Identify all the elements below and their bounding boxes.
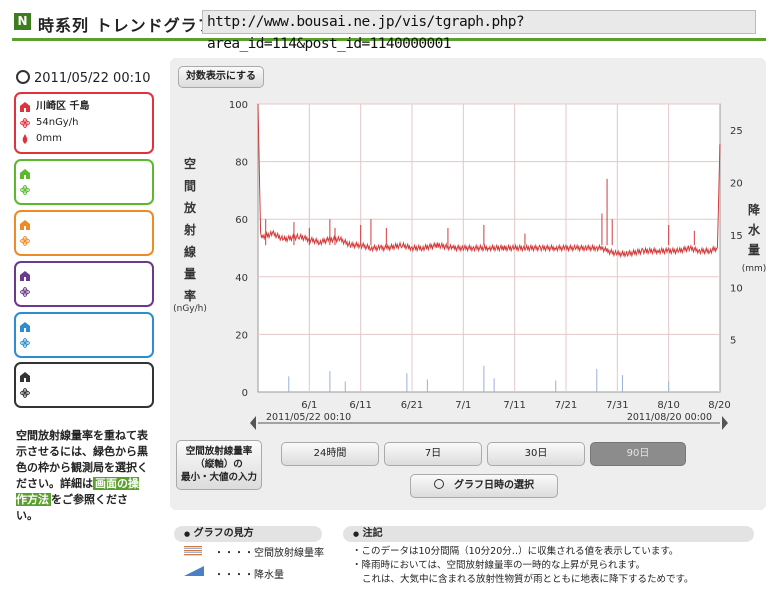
- radiation-icon: [20, 118, 30, 128]
- period-7d-button[interactable]: 7日: [384, 442, 482, 466]
- station-name-row: [16, 217, 152, 233]
- station-card[interactable]: [14, 210, 154, 256]
- station-name-row: [16, 319, 152, 335]
- datetime-text: 2011/05/22 00:10: [34, 71, 151, 86]
- station-name-row: [16, 166, 152, 182]
- station-card[interactable]: 川崎区 千島 54nGy/h 0mm: [14, 92, 154, 154]
- notes-header: ● 注記: [343, 526, 754, 542]
- station-rate-row: 54nGy/h: [16, 115, 152, 131]
- station-rate: 54nGy/h: [36, 117, 79, 128]
- house-icon: [20, 102, 30, 112]
- house-icon: [20, 271, 30, 281]
- notes-body: ・このデータは10分間隔（10分20分‥）に収集される値を表示しています。 ・降…: [352, 545, 694, 587]
- y-range-input-button[interactable]: 空間放射線量率 （縦軸）の 最小・大値の入力: [176, 440, 262, 490]
- notes-title: 注記: [362, 528, 383, 539]
- station-card[interactable]: [14, 362, 154, 408]
- radiation-icon: [20, 185, 30, 195]
- select-date-button[interactable]: グラフ日時の選択: [410, 474, 558, 498]
- period-24h-button[interactable]: 24時間: [281, 442, 379, 466]
- house-icon: [20, 372, 30, 382]
- current-datetime: 2011/05/22 00:10: [16, 70, 151, 86]
- note-line: ・降雨時においては、空間放射線量率の一時的な上昇が見られます。: [352, 560, 646, 571]
- period-90d-button[interactable]: 90日: [590, 442, 686, 466]
- station-card[interactable]: [14, 312, 154, 358]
- station-name-row: [16, 369, 152, 385]
- bullet-icon: ●: [184, 530, 191, 538]
- logo-icon: N: [14, 13, 31, 30]
- station-rate-row: [16, 233, 152, 249]
- select-date-label: グラフ日時の選択: [454, 480, 534, 491]
- radiation-icon: [20, 338, 30, 348]
- legend-item-radiation: ・・・・空間放射線量率: [214, 544, 324, 559]
- range-button-line: 最小・大値の入力: [180, 472, 257, 483]
- house-icon: [20, 322, 30, 332]
- note-line: ・このデータは10分間隔（10分20分‥）に収集される値を表示しています。: [352, 546, 679, 557]
- station-name-row: 川崎区 千島: [16, 99, 152, 115]
- page-title: 時系列 トレンドグラフ: [38, 16, 215, 35]
- note-line: これは、大気中に含まれる放射性物質が雨とともに地表に降下するためです。: [362, 574, 694, 585]
- rainfall-legend-icon: [184, 566, 204, 576]
- legend-header: ● グラフの見方: [174, 526, 322, 542]
- radiation-icon: [20, 236, 30, 246]
- bullet-icon: ●: [353, 530, 360, 538]
- station-card[interactable]: [14, 159, 154, 205]
- range-button-line: 空間放射線量率: [185, 446, 253, 457]
- legend-dots: ・・・・: [214, 548, 254, 559]
- radiation-legend-icon: [184, 546, 202, 556]
- log-scale-button[interactable]: 対数表示にする: [178, 66, 264, 88]
- radiation-icon: [20, 287, 30, 297]
- house-icon: [20, 169, 30, 179]
- station-rain: 0mm: [36, 133, 62, 144]
- url-bar[interactable]: http://www.bousai.ne.jp/vis/tgraph.php?a…: [202, 10, 756, 52]
- station-name-row: [16, 268, 152, 284]
- page-header: N 時系列 トレンドグラフ http://www.bousai.ne.jp/vi…: [12, 8, 766, 52]
- clock-icon: [434, 479, 444, 489]
- station-rate-row: [16, 284, 152, 300]
- station-rain-row: 0mm: [16, 131, 152, 147]
- clock-icon: [16, 70, 30, 84]
- house-icon: [20, 220, 30, 230]
- period-30d-button[interactable]: 30日: [487, 442, 585, 466]
- radiation-icon: [20, 388, 30, 398]
- legend-label: 降水量: [254, 570, 284, 581]
- raindrop-icon: [20, 134, 30, 144]
- legend-label: 空間放射線量率: [254, 548, 324, 559]
- station-rate-row: [16, 385, 152, 401]
- station-name: 川崎区 千島: [36, 101, 90, 112]
- overlay-instructions: 空間放射線量率を重ねて表示させるには、緑色から黒色の枠から観測局を選択ください。…: [16, 428, 148, 524]
- range-button-line: （縦軸）の: [195, 459, 243, 470]
- legend-title: グラフの見方: [193, 528, 254, 539]
- legend-dots: ・・・・: [214, 570, 254, 581]
- station-rate-row: [16, 182, 152, 198]
- station-rate-row: [16, 335, 152, 351]
- station-card[interactable]: [14, 261, 154, 307]
- legend-item-rainfall: ・・・・降水量: [214, 566, 284, 581]
